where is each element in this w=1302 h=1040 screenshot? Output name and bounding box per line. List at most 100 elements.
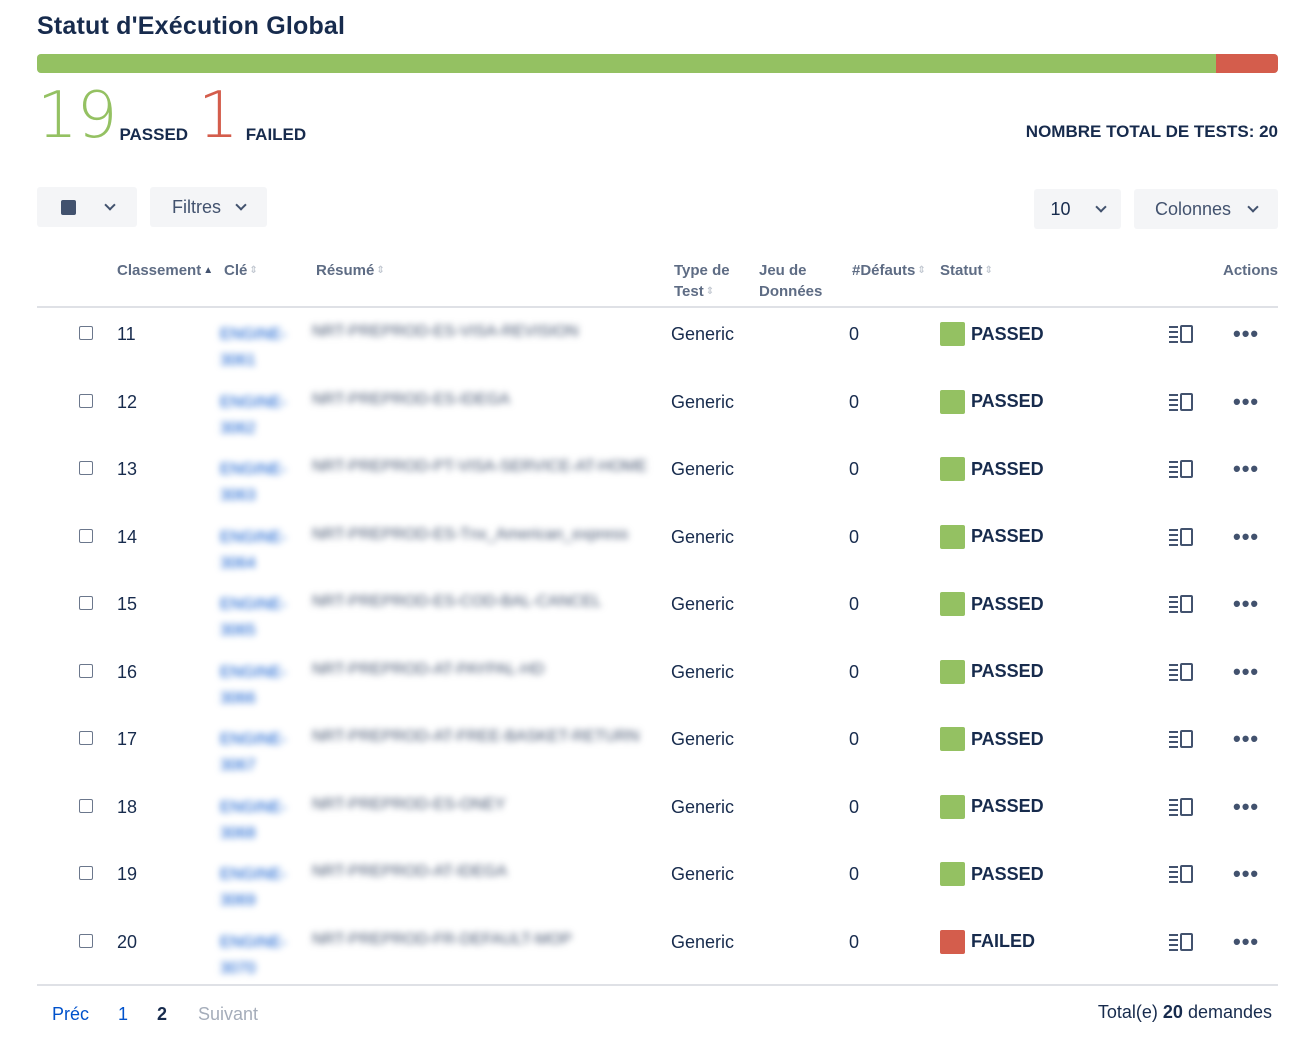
row-checkbox[interactable] (79, 528, 93, 543)
table-row: 15 ENGINE-3065 NRT-PREPROD-ES-COD-BAL-CANC… (37, 580, 1278, 648)
status-color-square (940, 794, 965, 819)
page-link-1[interactable]: 1 (118, 1004, 128, 1025)
passed-count: 19 (37, 79, 117, 153)
row-rank: 19 (117, 864, 138, 884)
more-actions-icon[interactable]: ••• (1233, 525, 1259, 547)
row-summary: NRT-PREPROD-AT-PAYPAL-HD (312, 660, 545, 678)
row-checkbox[interactable] (79, 933, 93, 948)
more-actions-icon[interactable]: ••• (1233, 660, 1259, 682)
row-key-link[interactable]: ENGINE-3069 (220, 862, 290, 914)
more-actions-icon[interactable]: ••• (1233, 930, 1259, 952)
row-test-type: Generic (671, 391, 735, 412)
row-checkbox[interactable] (79, 866, 93, 880)
row-key-link[interactable]: ENGINE-3066 (220, 660, 290, 712)
column-header-test-type[interactable]: Type de Test ⇕ (674, 260, 730, 302)
column-header-key[interactable]: Clé ⇕ (224, 260, 258, 281)
row-status[interactable]: PASSED (940, 862, 1044, 886)
more-actions-icon[interactable]: ••• (1233, 863, 1259, 885)
prev-page-link[interactable]: Préc (52, 1004, 89, 1025)
status-color-square (940, 322, 965, 346)
row-key-link[interactable]: ENGINE-3065 (220, 592, 290, 644)
sort-asc-icon: ▲ (203, 265, 214, 276)
execution-details-icon[interactable] (1168, 932, 1194, 952)
filters-label: Filtres (172, 196, 221, 217)
page-size-value: 10 (1050, 198, 1071, 219)
row-status[interactable]: PASSED (940, 524, 1044, 549)
column-header-status[interactable]: Statut ⇕ (940, 260, 993, 281)
column-header-dataset: Jeu de Données (759, 262, 823, 300)
execution-details-icon[interactable] (1168, 324, 1194, 344)
execution-details-icon[interactable] (1168, 864, 1194, 884)
failed-summary: 1 FAILED (198, 79, 306, 153)
execution-details-icon[interactable] (1168, 729, 1194, 749)
row-checkbox[interactable] (79, 596, 93, 610)
more-actions-icon[interactable]: ••• (1233, 593, 1259, 615)
row-status[interactable]: PASSED (940, 457, 1044, 481)
row-defects: 0 (849, 594, 860, 614)
status-color-square (940, 524, 965, 549)
execution-details-icon[interactable] (1168, 594, 1194, 614)
chevron-down-icon (1247, 200, 1259, 213)
row-checkbox[interactable] (79, 798, 93, 813)
bulk-select-dropdown[interactable] (37, 187, 137, 227)
column-header-summary[interactable]: Résumé ⇕ (316, 260, 385, 281)
more-actions-icon[interactable]: ••• (1233, 795, 1259, 817)
square-icon (60, 199, 76, 215)
row-checkbox[interactable] (79, 326, 93, 340)
columns-button[interactable]: Colonnes (1134, 189, 1278, 229)
row-checkbox[interactable] (79, 393, 93, 408)
row-key-link[interactable]: ENGINE-3061 (220, 322, 290, 374)
row-rank: 18 (117, 796, 138, 817)
table-row: 20 ENGINE-3070 NRT-PREPROD-FR-DEFAULT-MOP G… (37, 918, 1278, 986)
row-status[interactable]: PASSED (940, 389, 1044, 414)
row-key-link[interactable]: ENGINE-3067 (220, 727, 290, 779)
total-tests: NOMBRE TOTAL DE TESTS: 20 (1025, 122, 1278, 141)
row-status[interactable]: PASSED (940, 322, 1044, 346)
status-text: PASSED (971, 796, 1044, 816)
row-key-link[interactable]: ENGINE-3062 (220, 390, 290, 442)
row-status[interactable]: PASSED (940, 592, 1044, 616)
row-key-link[interactable]: ENGINE-3063 (220, 457, 290, 509)
row-checkbox[interactable] (79, 731, 93, 745)
column-header-rank[interactable]: Classement ▲ (117, 260, 213, 281)
row-status[interactable]: FAILED (940, 929, 1035, 954)
row-key-link[interactable]: ENGINE-3070 (220, 930, 290, 982)
page-size-select[interactable]: 10 (1034, 189, 1121, 229)
table-row: 14 ENGINE-3064 NRT-PREPROD-ES-Tnx_American… (37, 513, 1278, 581)
status-text: PASSED (971, 661, 1044, 681)
row-test-type: Generic (671, 661, 735, 682)
status-text: PASSED (971, 863, 1044, 884)
execution-details-icon[interactable] (1168, 662, 1194, 682)
row-summary: NRT-PREPROD-ES-VISA-REVISION (312, 323, 579, 340)
table-row: 13 ENGINE-3063 NRT-PREPROD-PT-VISA-SERVICE… (37, 445, 1278, 513)
more-actions-icon[interactable]: ••• (1233, 323, 1259, 345)
execution-details-icon[interactable] (1168, 459, 1194, 479)
more-actions-icon[interactable]: ••• (1233, 390, 1259, 412)
row-key-link[interactable]: ENGINE-3064 (220, 525, 290, 577)
row-checkbox[interactable] (79, 663, 93, 678)
more-actions-icon[interactable]: ••• (1233, 728, 1259, 750)
execution-details-icon[interactable] (1168, 527, 1194, 547)
row-checkbox[interactable] (79, 461, 93, 475)
status-color-square (940, 727, 965, 751)
filters-button[interactable]: Filtres (150, 187, 267, 227)
execution-details-icon[interactable] (1168, 392, 1194, 412)
row-defects: 0 (849, 526, 860, 547)
row-rank: 11 (117, 324, 136, 344)
row-status[interactable]: PASSED (940, 727, 1044, 751)
execution-details-icon[interactable] (1168, 797, 1194, 817)
execution-progress-bar (37, 54, 1278, 73)
failed-count: 1 (198, 79, 239, 153)
chevron-down-icon (1094, 200, 1107, 213)
row-rank: 14 (117, 526, 138, 547)
more-actions-icon[interactable]: ••• (1233, 458, 1259, 480)
row-key-link[interactable]: ENGINE-3068 (220, 795, 290, 847)
row-status[interactable]: PASSED (940, 659, 1044, 684)
table-body: 11 ENGINE-3061 NRT-PREPROD-ES-VISA-REVISIO… (37, 310, 1278, 985)
row-rank: 13 (117, 459, 138, 479)
column-header-defects[interactable]: #Défauts ⇕ (852, 260, 926, 281)
row-defects: 0 (849, 796, 860, 817)
status-color-square (940, 862, 965, 886)
row-test-type: Generic (671, 526, 735, 547)
row-status[interactable]: PASSED (940, 794, 1044, 819)
